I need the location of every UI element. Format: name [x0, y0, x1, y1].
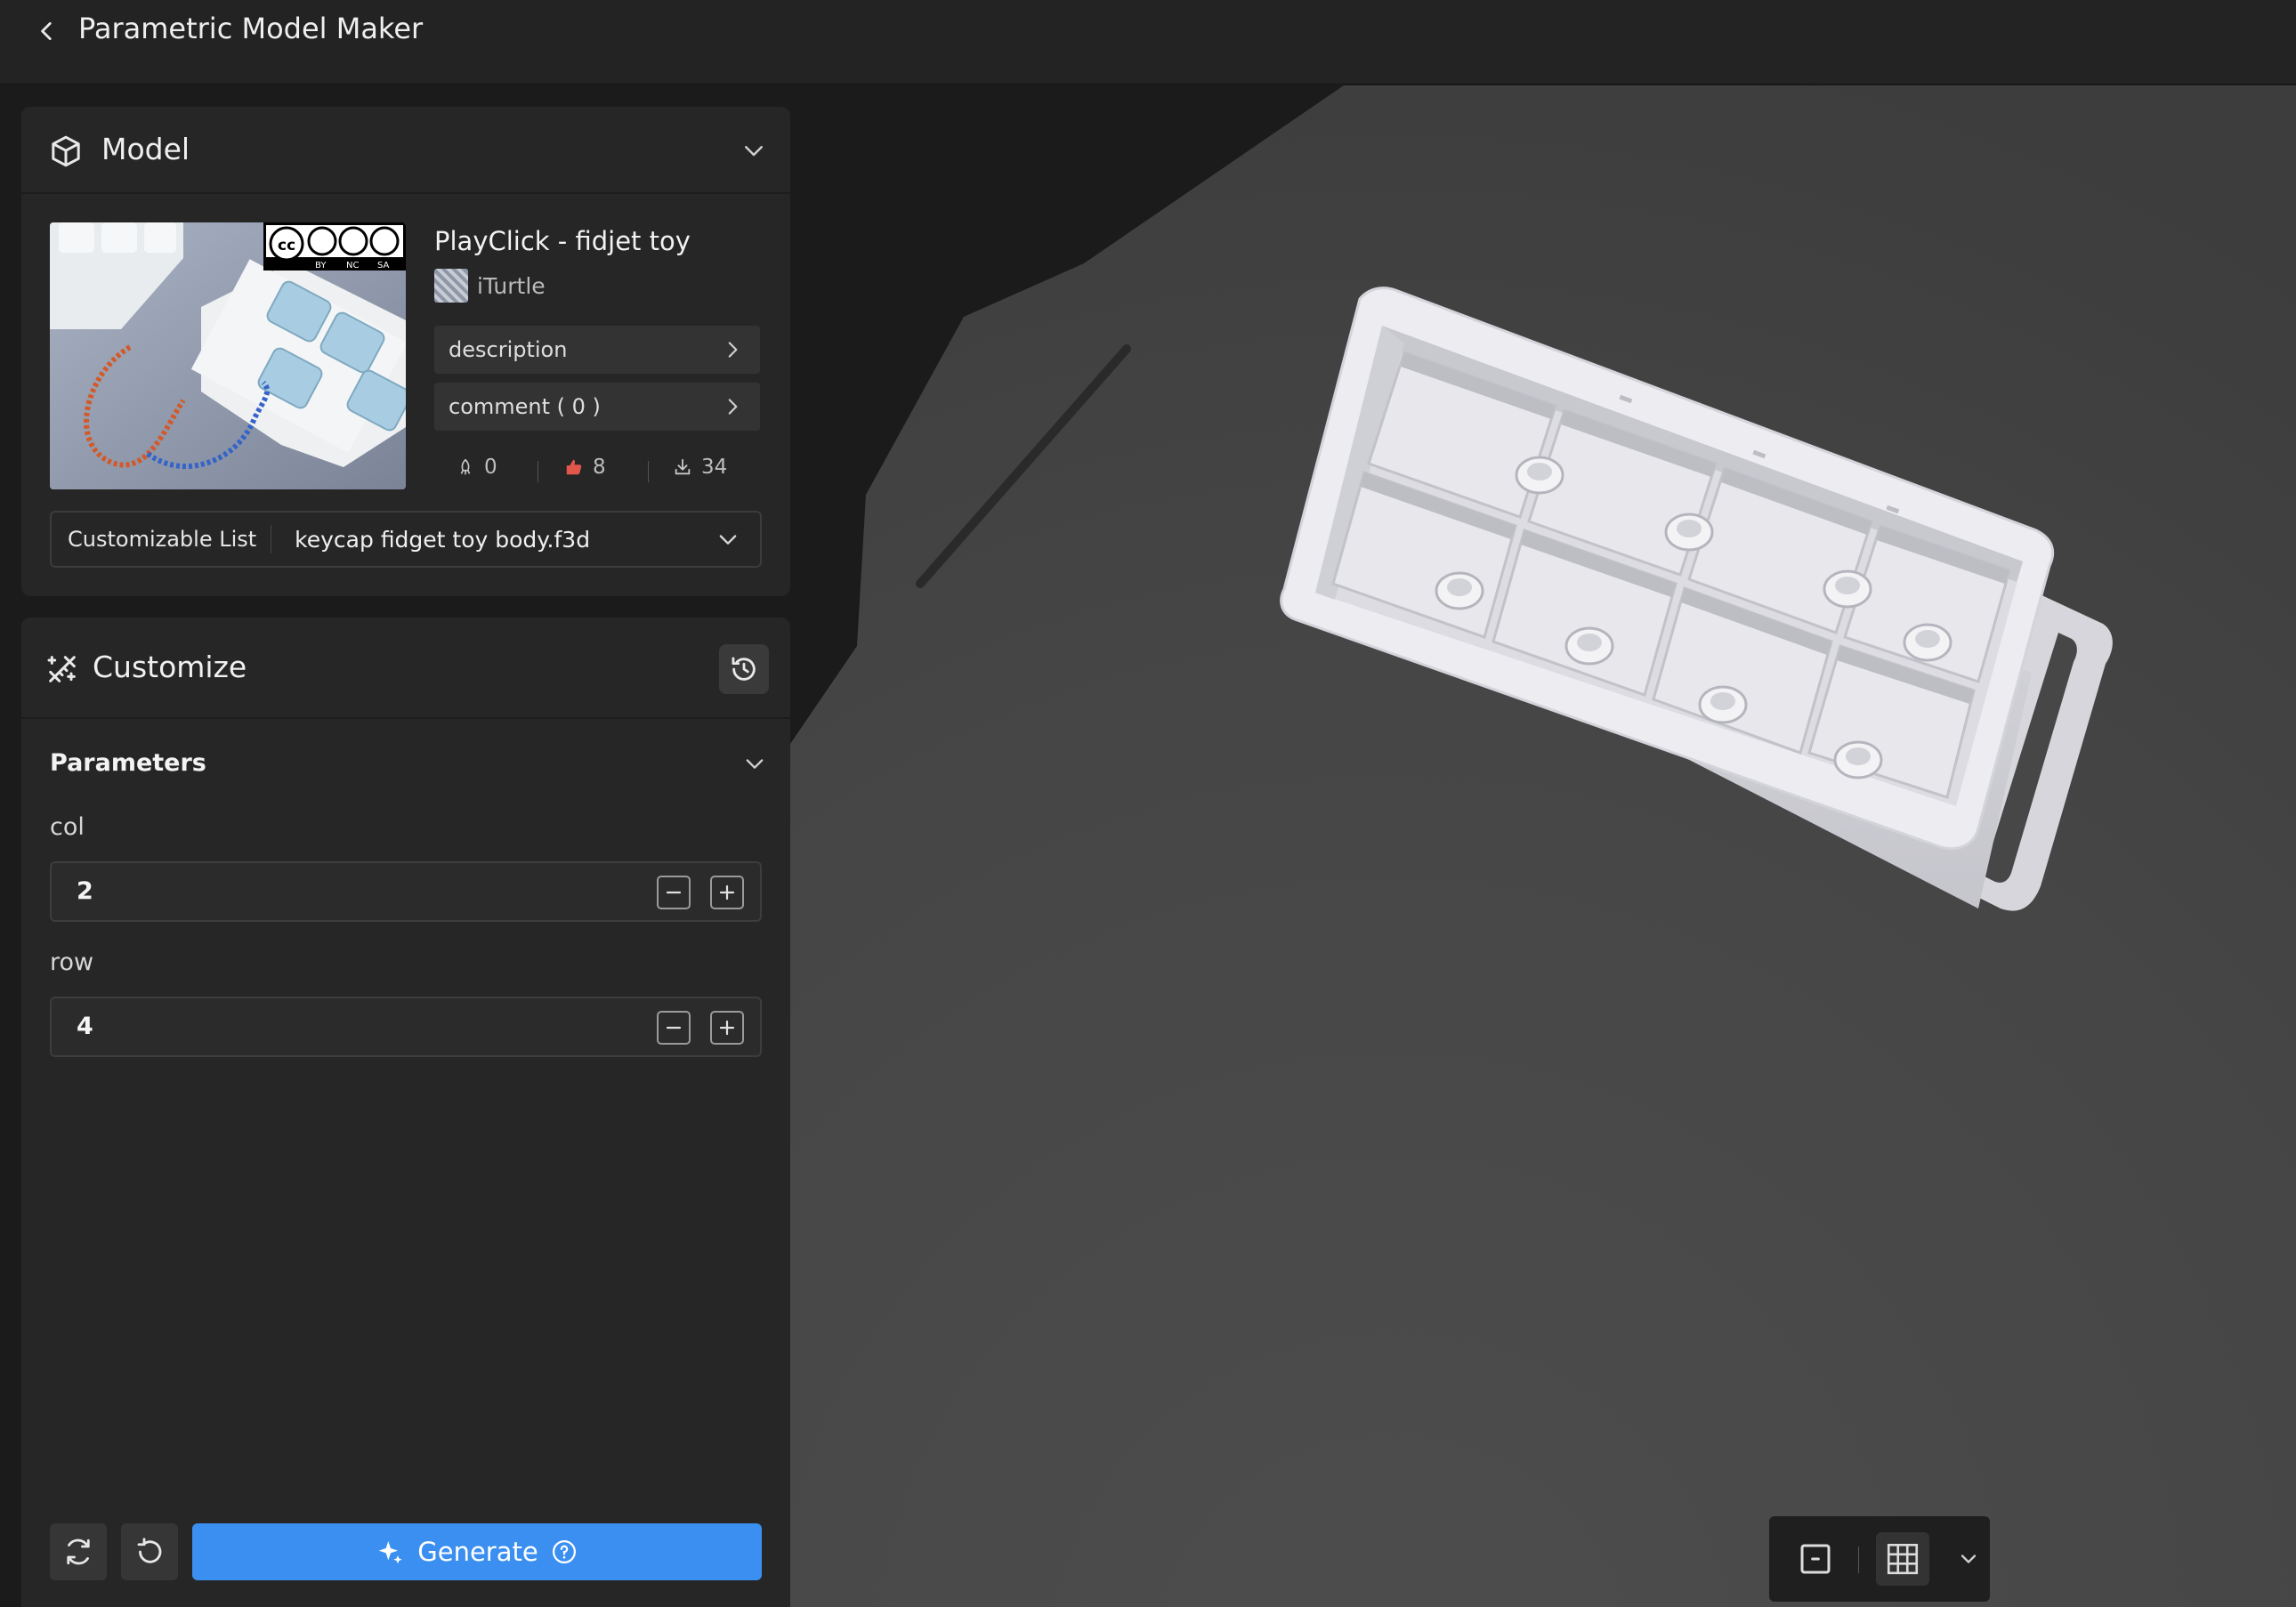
download-stat[interactable]: 34 [673, 456, 727, 479]
license-badge-by: BY [315, 261, 327, 271]
param-value-row: 4 [77, 1013, 93, 1040]
undo-button[interactable] [121, 1523, 178, 1580]
boost-icon [460, 458, 471, 475]
thumbs-up-icon [566, 459, 582, 475]
view-toolbar [1769, 1516, 1990, 1602]
collapse-model-button[interactable] [740, 137, 767, 164]
sparkle-icon [378, 1541, 402, 1564]
model-name[interactable]: PlayClick - fidjet toy [434, 226, 691, 256]
row-decrement-button[interactable] [657, 1011, 691, 1045]
model-panel-header: Model [21, 107, 790, 194]
customizable-list-label: Customizable List [52, 525, 272, 553]
model-panel-title: Model [101, 132, 190, 166]
customizable-list-select[interactable]: Customizable List keycap fidget toy body… [50, 511, 762, 568]
customize-panel-title: Customize [93, 650, 247, 684]
build-plate [790, 85, 2296, 1607]
model-thumbnail: cc BY NC SA [50, 222, 406, 489]
generate-label: Generate [417, 1537, 538, 1567]
minus-icon [666, 891, 682, 894]
customize-panel: Customize Parameters col 2 row 4 Generat… [21, 618, 790, 1607]
wand-ruler-icon [47, 656, 76, 682]
history-button[interactable] [719, 644, 769, 694]
history-icon [732, 657, 756, 681]
param-input-col[interactable]: 2 [50, 861, 762, 922]
app-title: Parametric Model Maker [78, 12, 424, 45]
license-badge-sa: SA [377, 261, 390, 271]
customize-actions: Generate [50, 1523, 762, 1580]
back-button[interactable] [32, 16, 62, 46]
row-increment-button[interactable] [710, 1011, 744, 1045]
customize-panel-header: Customize [21, 618, 790, 719]
parameters-heading: Parameters [50, 749, 206, 777]
grid-icon [1887, 1543, 1919, 1575]
like-count: 8 [593, 456, 606, 479]
description-link[interactable]: description [434, 326, 760, 374]
boost-count: 0 [484, 456, 497, 479]
refresh-icon [67, 1538, 90, 1565]
param-input-row[interactable]: 4 [50, 997, 762, 1057]
col-increment-button[interactable] [710, 876, 744, 909]
param-label-row: row [50, 949, 94, 976]
customizable-list-value: keycap fidget toy body.f3d [295, 526, 591, 553]
top-bar: Parametric Model Maker [0, 0, 2296, 85]
author-row[interactable]: iTurtle [434, 269, 546, 303]
stat-divider [648, 461, 649, 482]
view-options-chevron[interactable] [1956, 1546, 1981, 1571]
comment-link[interactable]: comment ( 0 ) [434, 383, 760, 431]
svg-text:cc: cc [278, 237, 295, 254]
collapse-parameters-button[interactable] [742, 751, 767, 776]
author-name: iTurtle [477, 272, 546, 299]
chevron-right-icon [728, 399, 738, 415]
help-circle-icon[interactable] [551, 1538, 578, 1565]
plus-icon [719, 1020, 735, 1036]
frame-icon [1800, 1544, 1831, 1574]
toolbar-divider [1858, 1546, 1859, 1573]
generate-button[interactable]: Generate [192, 1523, 762, 1580]
model-stats: 0 8 34 [434, 456, 760, 486]
plus-icon [719, 884, 735, 900]
download-count: 34 [701, 456, 728, 479]
minus-icon [666, 1026, 682, 1030]
grid-toggle-button[interactable] [1876, 1532, 1929, 1586]
description-label: description [449, 337, 568, 362]
chevron-down-icon [719, 535, 737, 545]
param-value-col: 2 [77, 877, 93, 905]
license-badge-nc: NC [346, 261, 359, 271]
chevron-left-icon [41, 21, 52, 41]
author-avatar [434, 269, 468, 303]
model-panel: Model cc BY NC SA PlayClick - fidjet toy… [21, 107, 790, 596]
comment-label: comment ( 0 ) [449, 394, 601, 419]
refresh-button[interactable] [50, 1523, 107, 1580]
cube-icon [52, 135, 80, 167]
download-icon [675, 458, 691, 475]
undo-icon [137, 1538, 162, 1563]
frame-button[interactable] [1789, 1532, 1842, 1586]
chevron-right-icon [728, 342, 738, 358]
col-decrement-button[interactable] [657, 876, 691, 909]
param-label-col: col [50, 813, 85, 841]
like-stat[interactable]: 8 [564, 456, 606, 479]
3d-viewport[interactable] [790, 85, 2296, 1607]
boost-stat[interactable]: 0 [456, 456, 497, 479]
